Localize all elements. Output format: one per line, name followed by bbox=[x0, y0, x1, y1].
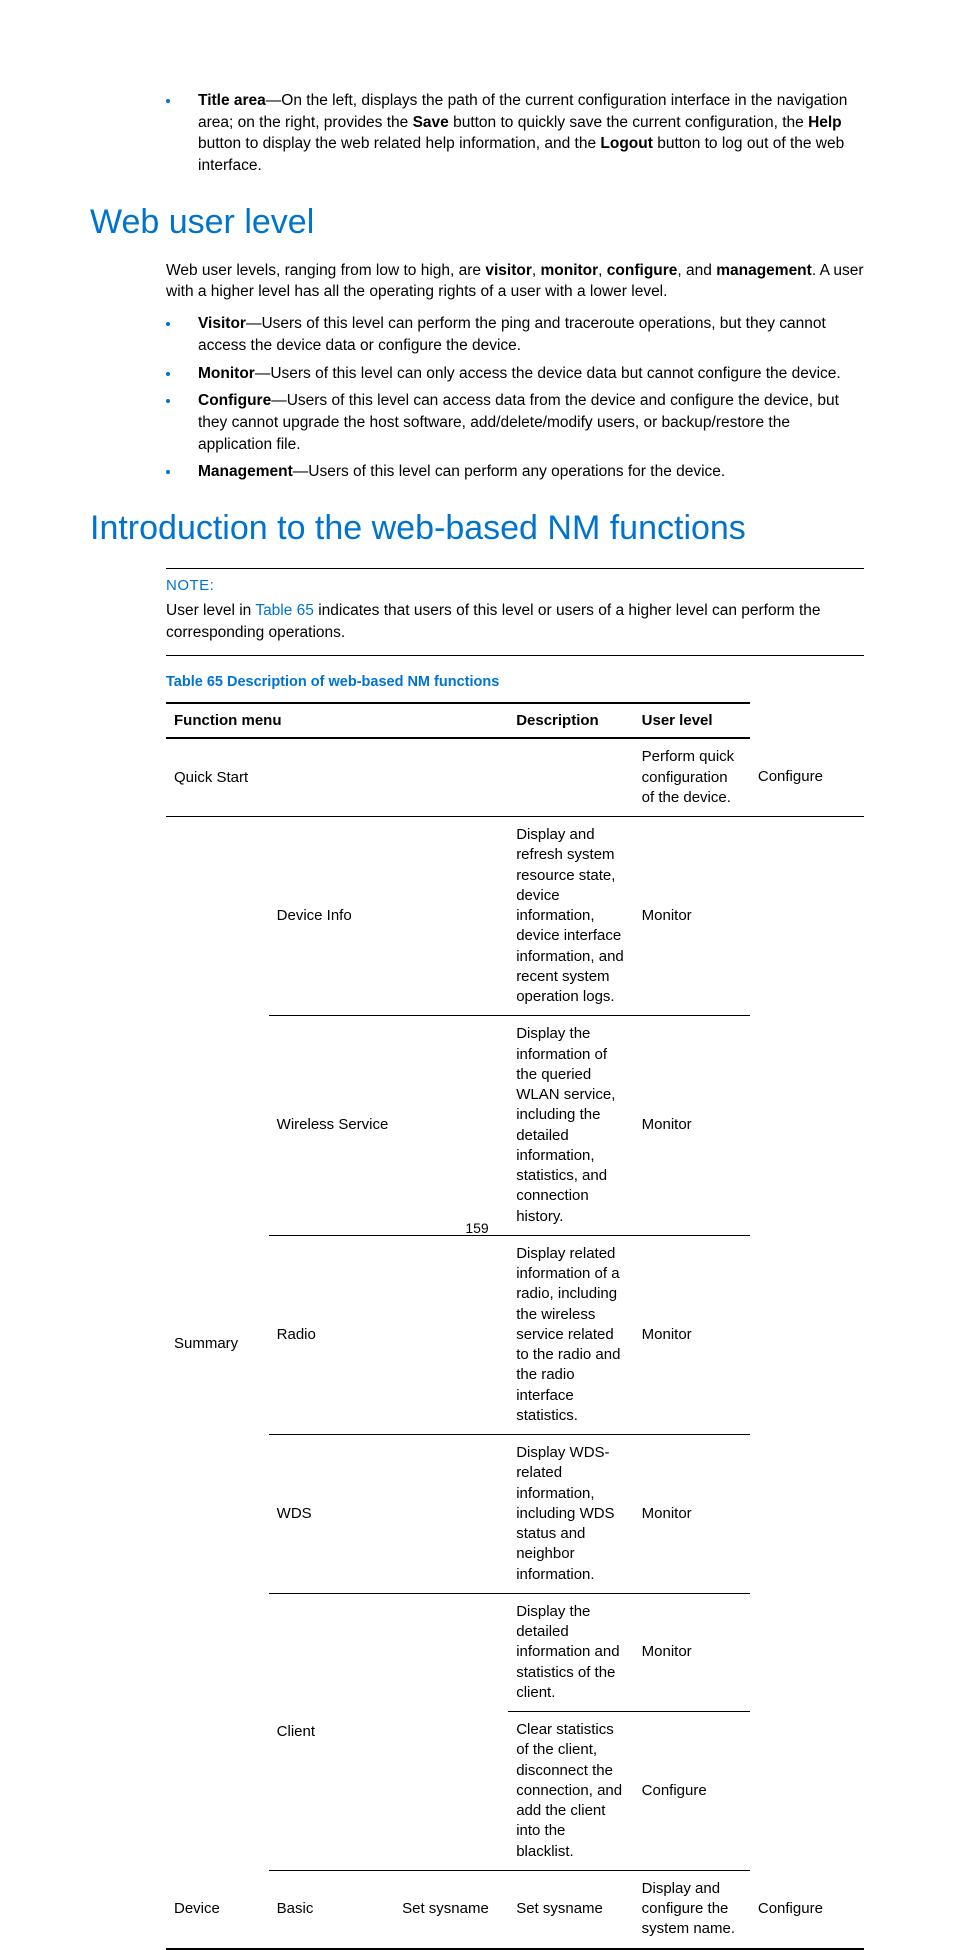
cell-user-level: Configure bbox=[750, 1870, 864, 1948]
cell-description: Display WDS-related information, includi… bbox=[508, 1435, 633, 1594]
title-area-text: Title area—On the left, displays the pat… bbox=[198, 90, 864, 177]
bullet-text: Configure—Users of this level can access… bbox=[198, 390, 864, 455]
cell-description: Display the detailed information and sta… bbox=[508, 1593, 633, 1711]
levels-paragraph: Web user levels, ranging from low to hig… bbox=[90, 260, 864, 303]
table-link[interactable]: Table 65 bbox=[255, 602, 314, 619]
cell-user-level: Configure bbox=[634, 1712, 750, 1871]
cell-description: Display the information of the queried W… bbox=[508, 1016, 633, 1236]
th-description: Description bbox=[508, 703, 633, 738]
cell-user-level: Monitor bbox=[634, 1016, 750, 1236]
cell-user-level: Configure bbox=[750, 738, 864, 816]
cell-user-level: Monitor bbox=[634, 817, 750, 1016]
cell-menu-b: Client bbox=[269, 1593, 509, 1870]
table-row: Quick Start Perform quick configuration o… bbox=[166, 738, 864, 816]
level-bullet: Management—Users of this level can perfo… bbox=[90, 461, 864, 483]
cell-menu-b: Basic bbox=[269, 1870, 394, 1948]
note-box: NOTE: User level in Table 65 indicates t… bbox=[166, 568, 864, 656]
level-bullet: Monitor—Users of this level can only acc… bbox=[90, 363, 864, 385]
cell-description: Display and configure the system name. bbox=[634, 1870, 750, 1948]
cell-user-level: Monitor bbox=[634, 1593, 750, 1711]
note-label: NOTE: bbox=[166, 577, 864, 594]
heading-intro-nm: Introduction to the web-based NM functio… bbox=[90, 509, 864, 548]
table-row: Wireless ServiceDisplay the information … bbox=[166, 1016, 864, 1236]
level-bullet: Configure—Users of this level can access… bbox=[90, 390, 864, 455]
note-text: User level in Table 65 indicates that us… bbox=[166, 600, 864, 643]
title-area-bullet: Title area—On the left, displays the pat… bbox=[90, 90, 864, 177]
bullet-text: Monitor—Users of this level can only acc… bbox=[198, 363, 841, 385]
cell-menu-b: Radio bbox=[269, 1235, 509, 1434]
th-user-level: User level bbox=[634, 703, 750, 738]
table-caption: Table 65 Description of web-based NM fun… bbox=[166, 674, 864, 690]
table-row: SummaryDevice InfoDisplay and refresh sy… bbox=[166, 817, 864, 1016]
bullet-icon bbox=[166, 99, 170, 103]
nm-functions-table: Function menu Description User level Qui… bbox=[166, 702, 864, 1949]
bullet-text: Visitor—Users of this level can perform … bbox=[198, 313, 864, 356]
cell-menu-b: Wireless Service bbox=[269, 1016, 509, 1236]
level-bullet: Visitor—Users of this level can perform … bbox=[90, 313, 864, 356]
bullet-icon bbox=[166, 399, 170, 403]
cell-menu-c: Set sysname bbox=[394, 1870, 508, 1948]
cell-user-level: Monitor bbox=[634, 1235, 750, 1434]
table-row: DeviceBasicSet sysnameSet sysnameDisplay… bbox=[166, 1870, 864, 1948]
bullet-icon bbox=[166, 470, 170, 474]
cell-menu-b: Device Info bbox=[269, 817, 509, 1016]
bullet-icon bbox=[166, 372, 170, 376]
cell-description: Perform quick configuration of the devic… bbox=[634, 738, 750, 816]
cell-menu-b bbox=[508, 738, 633, 816]
cell-user-level: Monitor bbox=[634, 1435, 750, 1594]
cell-menu-b: WDS bbox=[269, 1435, 509, 1594]
table-row: RadioDisplay related information of a ra… bbox=[166, 1235, 864, 1434]
bullet-text: Management—Users of this level can perfo… bbox=[198, 461, 725, 483]
cell-menu-a: Summary bbox=[166, 817, 269, 1871]
cell-menu-c: Set sysname bbox=[508, 1870, 633, 1948]
bullet-icon bbox=[166, 322, 170, 326]
th-function-menu: Function menu bbox=[166, 703, 508, 738]
cell-description: Clear statistics of the client, disconne… bbox=[508, 1712, 633, 1871]
cell-menu-a: Device bbox=[166, 1870, 269, 1948]
table-row: WDSDisplay WDS-related information, incl… bbox=[166, 1435, 864, 1594]
cell-menu-a: Quick Start bbox=[166, 738, 508, 816]
cell-description: Display and refresh system resource stat… bbox=[508, 817, 633, 1016]
cell-description: Display related information of a radio, … bbox=[508, 1235, 633, 1434]
heading-web-user-level: Web user level bbox=[90, 203, 864, 242]
page-number: 159 bbox=[0, 1220, 954, 1236]
table-row: ClientDisplay the detailed information a… bbox=[166, 1593, 864, 1711]
